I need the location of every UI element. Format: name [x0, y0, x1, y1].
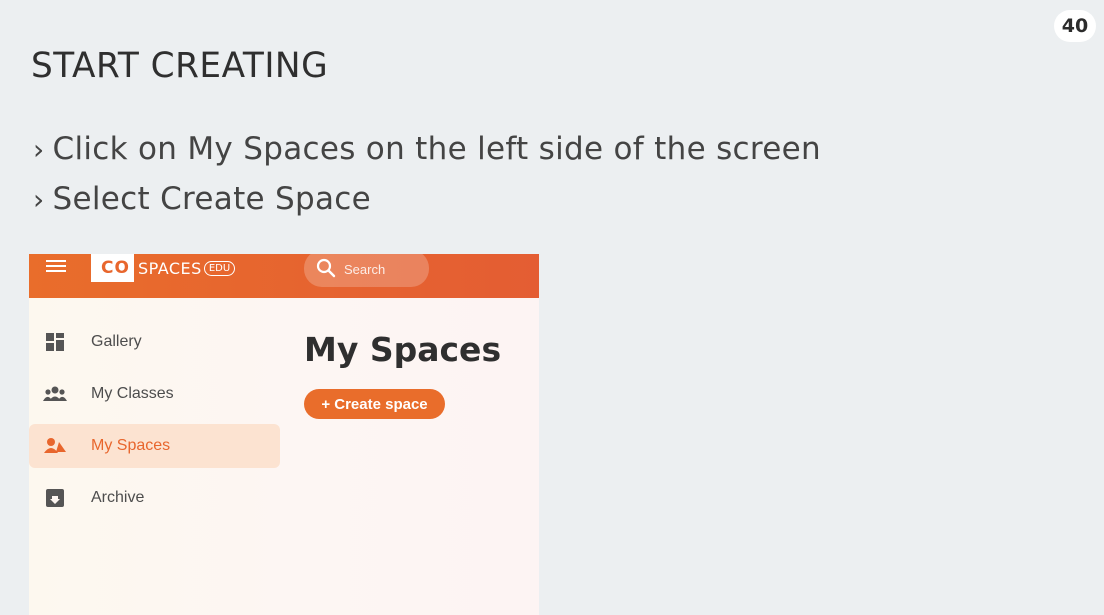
- app-screenshot: CO SPACES EDU Search Gallery My Classes …: [29, 254, 539, 615]
- sidebar-item-archive[interactable]: Archive: [29, 476, 280, 520]
- app-header: CO SPACES EDU Search: [29, 254, 539, 298]
- group-icon: [43, 386, 67, 401]
- slide-title: START CREATING: [31, 46, 329, 86]
- archive-icon: [46, 489, 64, 507]
- sidebar-item-label: My Spaces: [91, 437, 171, 454]
- menu-icon[interactable]: [46, 260, 66, 276]
- chevron-right-icon: ›: [33, 133, 45, 166]
- sidebar-item-label: Gallery: [91, 333, 142, 350]
- search-icon: [316, 258, 336, 278]
- page-title: My Spaces: [304, 330, 502, 369]
- cospaces-logo: CO SPACES EDU: [91, 254, 236, 283]
- instruction-item: › Click on My Spaces on the left side of …: [33, 131, 821, 167]
- sidebar-item-my-classes[interactable]: My Classes: [29, 372, 280, 416]
- create-space-button[interactable]: + Create space: [304, 389, 445, 419]
- grid-icon: [46, 333, 64, 351]
- instruction-item: › Select Create Space: [33, 181, 372, 217]
- user-shapes-icon: [44, 438, 66, 453]
- search-input[interactable]: Search: [304, 254, 429, 287]
- sidebar-item-my-spaces[interactable]: My Spaces: [29, 424, 280, 468]
- chevron-right-icon: ›: [33, 183, 45, 216]
- page-number: 40: [1054, 10, 1096, 42]
- sidebar-item-label: Archive: [91, 489, 145, 506]
- sidebar-item-gallery[interactable]: Gallery: [29, 320, 280, 364]
- search-placeholder: Search: [344, 262, 386, 277]
- instruction-list: › Click on My Spaces on the left side of …: [33, 128, 821, 228]
- sidebar-item-label: My Classes: [91, 385, 174, 402]
